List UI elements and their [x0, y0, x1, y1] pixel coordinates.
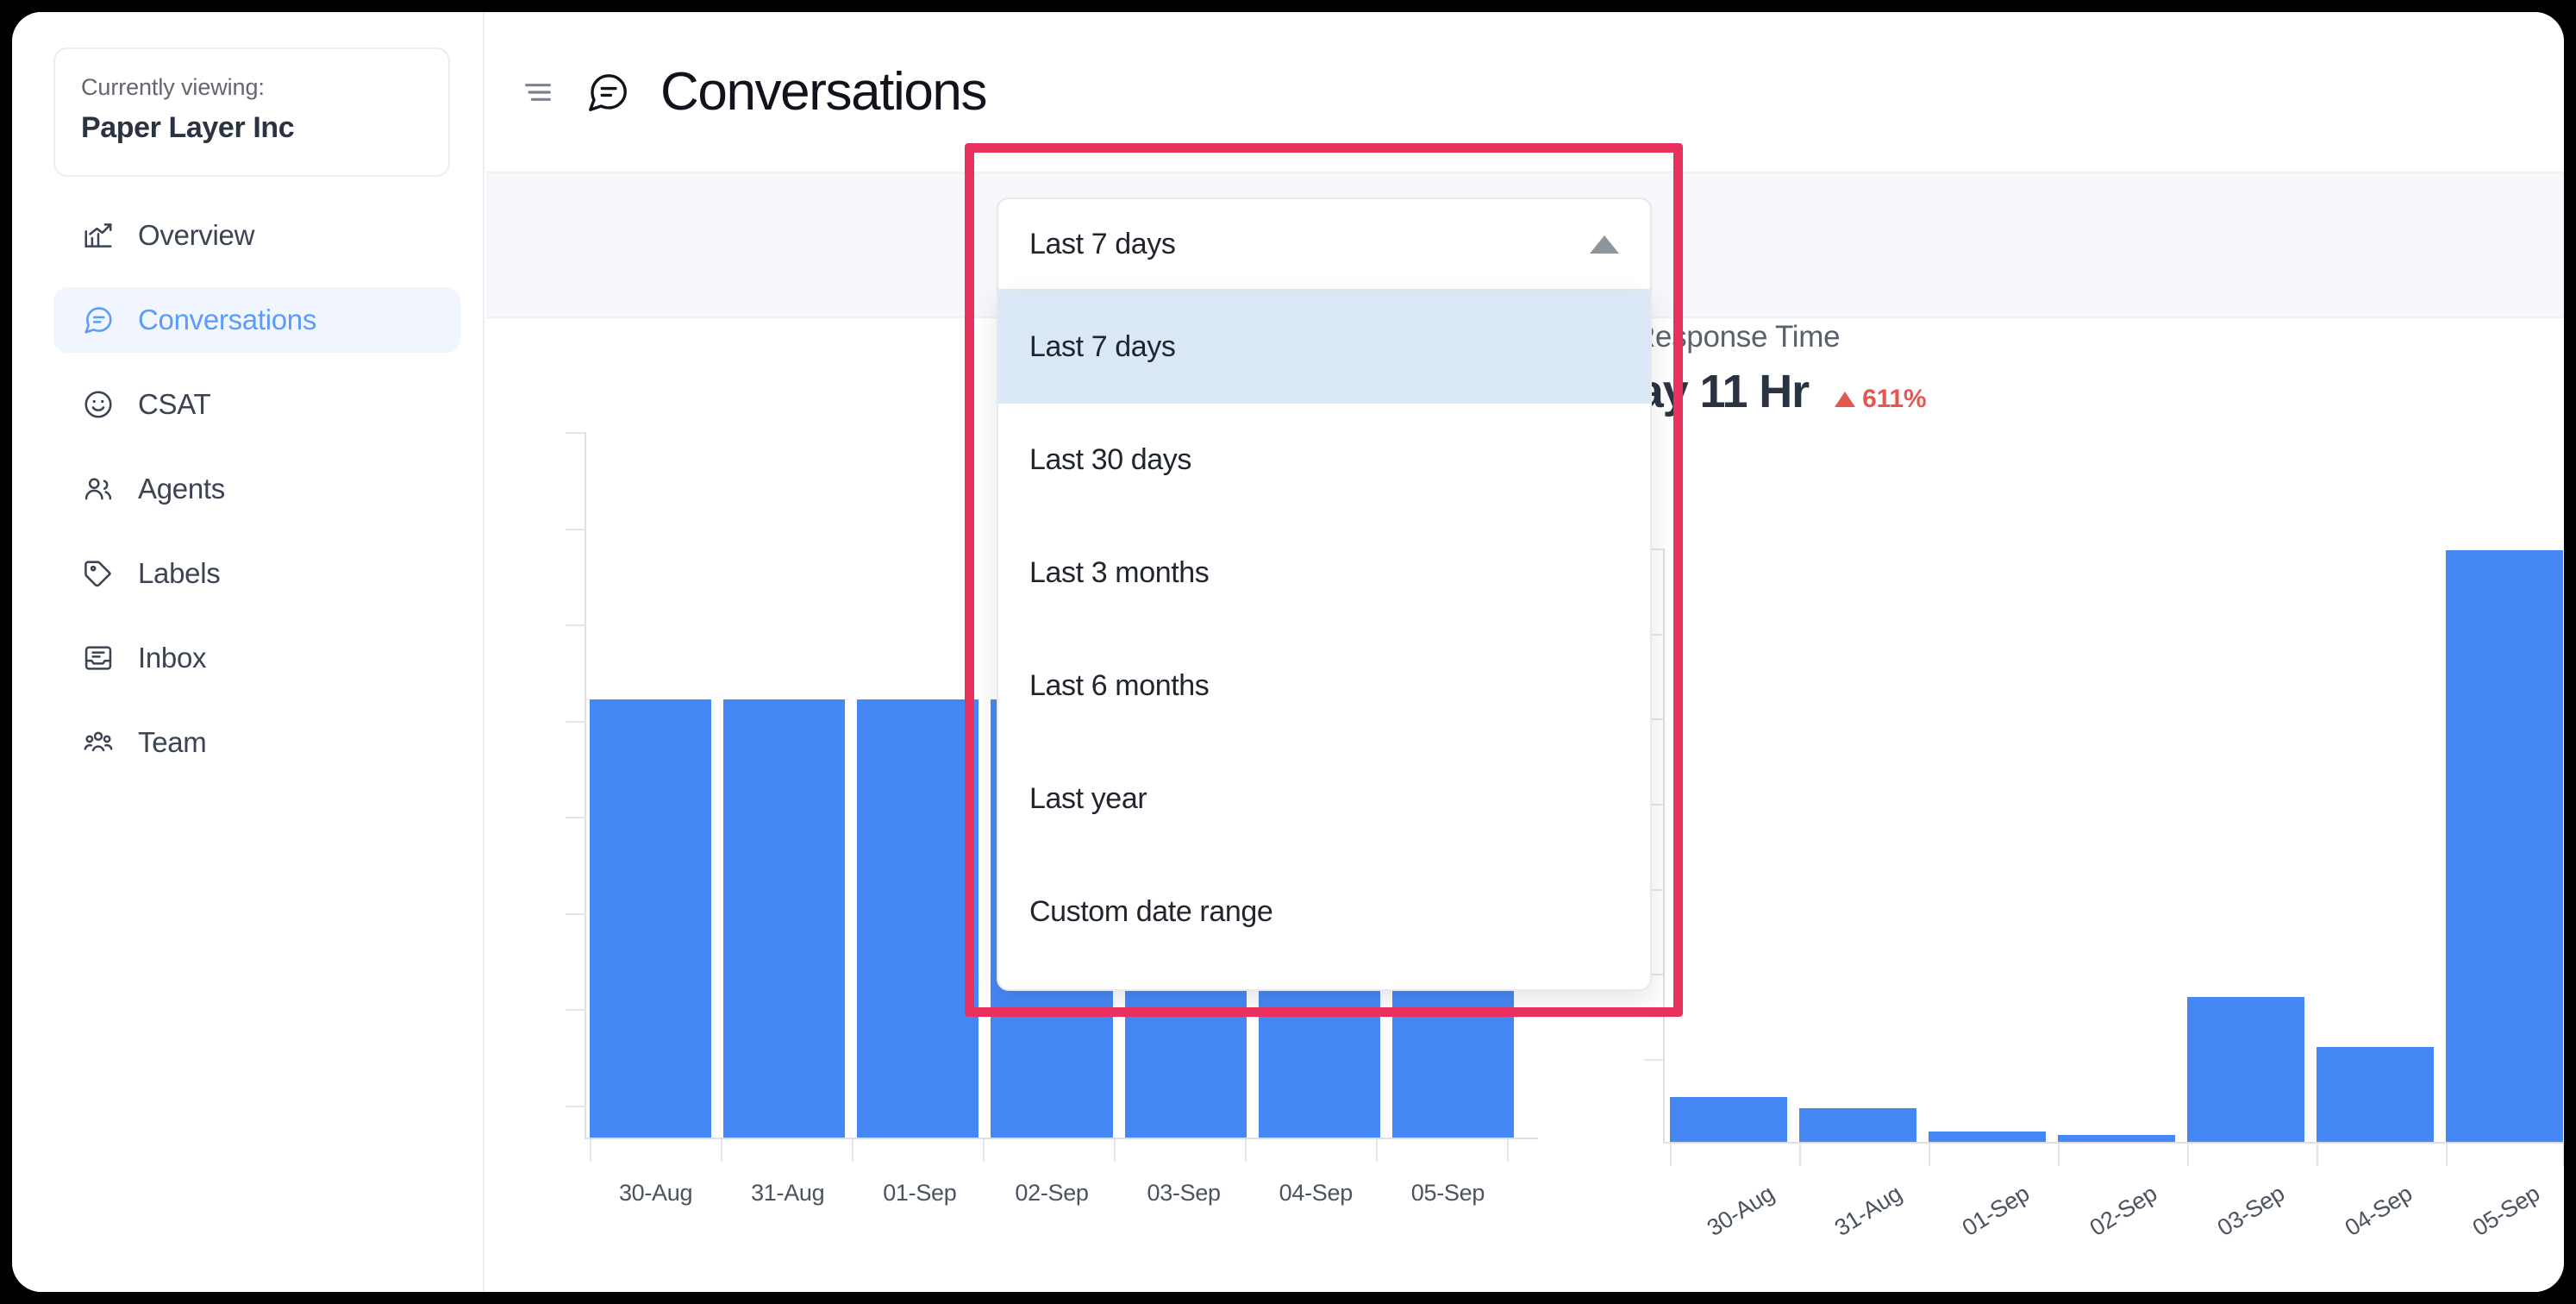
x-axis-labels: 30-Aug 31-Aug 01-Sep 02-Sep 03-Sep 04-Se…: [590, 1180, 1514, 1207]
account-name: Paper Layer Inc: [81, 111, 295, 145]
team-icon: [81, 725, 116, 760]
status-badge: 611%: [1835, 385, 1927, 414]
chart-line-icon: [81, 218, 116, 253]
x-label: 03-Sep: [2212, 1180, 2290, 1242]
x-label: 02-Sep: [2085, 1180, 2162, 1242]
sidebar-item-csat[interactable]: CSAT: [53, 372, 460, 437]
sidebar-item-inbox[interactable]: Inbox: [53, 625, 460, 691]
metric-title: First Response Time: [1568, 320, 1841, 354]
sidebar-nav: Overview Conversations CSAT Agents Label…: [53, 203, 460, 794]
date-range-option-last-3-months[interactable]: Last 3 months: [998, 517, 1650, 630]
bar-31-aug[interactable]: [1799, 1108, 1916, 1142]
date-range-dropdown: Last 7 days Last 7 days Last 30 days Las…: [997, 197, 1652, 991]
x-label: 31-Aug: [751, 1180, 825, 1206]
caret-up-icon[interactable]: [1590, 235, 1619, 254]
sidebar-item-overview[interactable]: Overview: [53, 203, 460, 268]
sidebar-item-label: CSAT: [138, 388, 211, 420]
x-axis-labels: 30-Aug 31-Aug 01-Sep 02-Sep 03-Sep 04-Se…: [1670, 1180, 2563, 1241]
x-label: 02-Sep: [1015, 1180, 1089, 1206]
x-label: 04-Sep: [2340, 1180, 2417, 1242]
sidebar-item-team[interactable]: Team: [53, 710, 460, 775]
date-range-option-last-6-months[interactable]: Last 6 months: [998, 630, 1650, 743]
bar-03-sep[interactable]: [2187, 996, 2304, 1142]
x-label: 31-Aug: [1829, 1180, 1907, 1242]
x-label: 01-Sep: [883, 1180, 957, 1206]
bar-04-sep[interactable]: [2317, 1047, 2434, 1142]
smiley-icon: [81, 387, 116, 422]
first-response-time-card: First Response Time 5 Day 11 Hr 611% 34d: [1568, 320, 2564, 1269]
page-title: Conversations: [660, 62, 988, 122]
bar-05-sep[interactable]: [2446, 550, 2563, 1142]
date-range-option-custom-date-range[interactable]: Custom date range: [998, 856, 1650, 969]
account-viewing-label: Currently viewing:: [81, 74, 265, 100]
x-label: 01-Sep: [1957, 1180, 2035, 1242]
x-label: 30-Aug: [618, 1180, 693, 1206]
arrow-up-icon: [1835, 392, 1856, 407]
sidebar: Currently viewing: Paper Layer Inc Overv…: [12, 12, 485, 1292]
date-range-option-last-7-days[interactable]: Last 7 days: [998, 291, 1650, 404]
date-range-trigger[interactable]: Last 7 days: [997, 197, 1652, 291]
sidebar-item-label: Inbox: [138, 642, 207, 674]
bar-01-sep[interactable]: [1929, 1131, 2046, 1142]
sidebar-item-labels[interactable]: Labels: [53, 541, 460, 606]
account-card[interactable]: Currently viewing: Paper Layer Inc: [53, 47, 450, 177]
first-response-time-plot: 34d: [1568, 533, 2564, 1241]
date-range-option-last-year[interactable]: Last year: [998, 743, 1650, 856]
bar-31-aug[interactable]: [723, 699, 846, 1138]
sidebar-item-agents[interactable]: Agents: [53, 456, 460, 522]
tag-icon: [81, 556, 116, 591]
app-window: Currently viewing: Paper Layer Inc Overv…: [12, 12, 2564, 1292]
bar-30-aug[interactable]: [590, 699, 712, 1138]
x-label: 03-Sep: [1147, 1180, 1222, 1206]
page-header: Conversations: [486, 12, 2564, 172]
date-range-option-last-30-days[interactable]: Last 30 days: [998, 404, 1650, 517]
sidebar-item-label: Conversations: [138, 304, 317, 335]
sidebar-item-label: Labels: [138, 557, 221, 589]
chat-bubble-icon: [585, 69, 631, 116]
date-range-menu: Last 7 days Last 30 days Last 3 months L…: [997, 291, 1652, 991]
bar-01-sep[interactable]: [857, 699, 979, 1138]
bar-02-sep[interactable]: [2058, 1134, 2175, 1142]
bar-group: [1670, 547, 2563, 1142]
x-label: 05-Sep: [2467, 1180, 2545, 1242]
inbox-icon: [81, 641, 116, 675]
bar-30-aug[interactable]: [1670, 1096, 1787, 1142]
x-label: 05-Sep: [1410, 1180, 1485, 1206]
metric-delta-value: 611%: [1862, 385, 1927, 413]
sidebar-item-conversations[interactable]: Conversations: [53, 287, 460, 353]
date-range-selected-value: Last 7 days: [1029, 227, 1176, 260]
chat-bubble-icon: [81, 303, 116, 337]
hamburger-icon[interactable]: [521, 75, 555, 110]
x-label: 04-Sep: [1279, 1180, 1354, 1206]
sidebar-item-label: Team: [138, 726, 207, 758]
metric-row: 5 Day 11 Hr 611%: [1568, 365, 2564, 418]
main-content: Conversations 30-Aug 31-Aug 01-Sep 02-Se…: [486, 12, 2564, 1292]
x-label: 30-Aug: [1702, 1180, 1779, 1242]
users-icon: [81, 472, 116, 506]
sidebar-item-label: Overview: [138, 219, 255, 251]
sidebar-item-label: Agents: [138, 473, 225, 505]
